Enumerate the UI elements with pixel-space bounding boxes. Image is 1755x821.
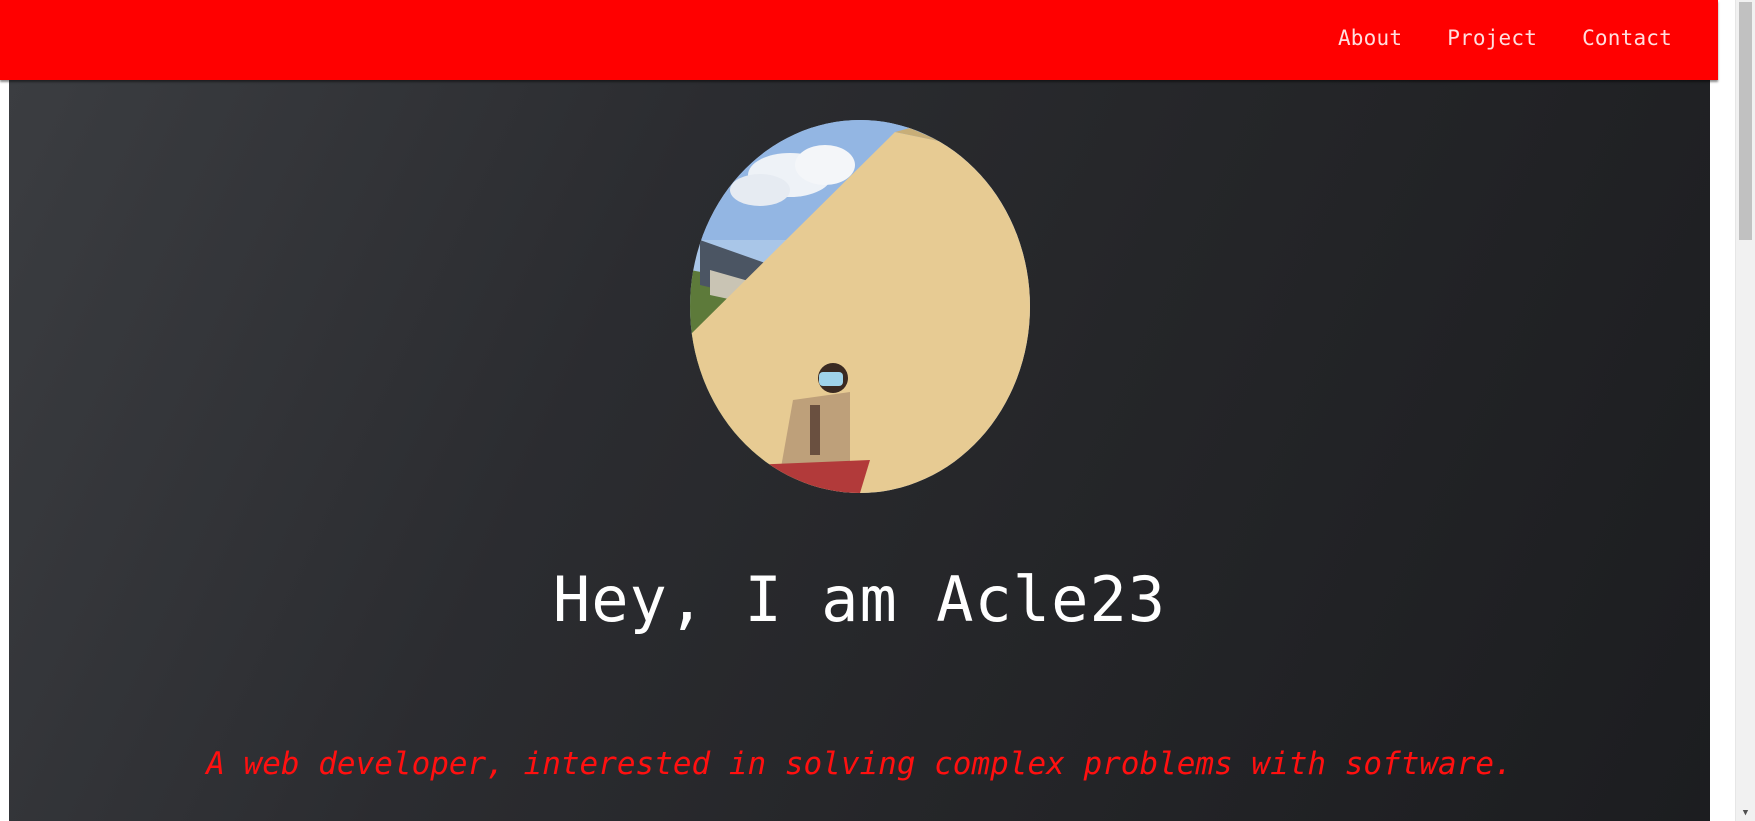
navbar: About Project Contact [0, 0, 1718, 80]
browser-viewport: About Project Contact Hey, I am Acle23 A… [0, 0, 1755, 821]
hero-tagline: A web developer, interested in solving c… [206, 746, 1513, 782]
nav-link-contact[interactable]: Contact [1582, 26, 1672, 50]
nav-link-project[interactable]: Project [1447, 26, 1537, 50]
nav-links: About Project Contact [1338, 26, 1672, 50]
hero-section: Hey, I am Acle23 A web developer, intere… [9, 80, 1710, 821]
scrollbar-thumb[interactable] [1739, 2, 1752, 240]
hero-greeting: Hey, I am Acle23 [552, 563, 1167, 636]
nav-link-about[interactable]: About [1338, 26, 1402, 50]
profile-avatar [690, 120, 1030, 493]
page-scrollbar[interactable]: ▼ [1735, 0, 1755, 821]
down-arrow-icon[interactable]: ▼ [1736, 807, 1755, 819]
